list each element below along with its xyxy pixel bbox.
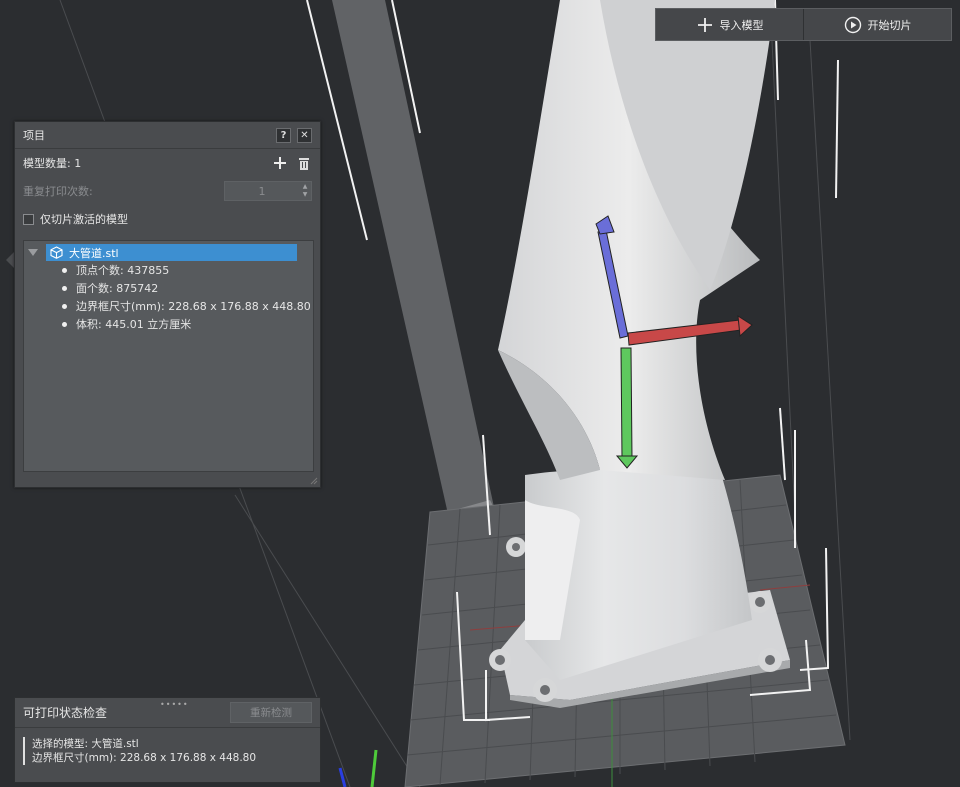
ghost-support-column bbox=[332, 0, 500, 545]
model-info-item: 体积: 445.01 立方厘米 bbox=[62, 315, 191, 333]
slice-active-only-row[interactable]: 仅切片激活的模型 bbox=[15, 205, 320, 233]
3d-model bbox=[489, 0, 790, 708]
bullet-icon bbox=[62, 285, 67, 291]
project-panel-header[interactable]: 项目 ? ✕ bbox=[15, 122, 320, 149]
plus-icon bbox=[696, 16, 714, 34]
bullet-icon bbox=[62, 267, 67, 273]
start-slice-label: 开始切片 bbox=[867, 18, 912, 32]
drag-grip-icon[interactable]: ••••• bbox=[160, 700, 189, 709]
repeat-print-row: 重复打印次数: 1 ▲ ▼ bbox=[15, 177, 320, 205]
face-count-text: 面个数: 875742 bbox=[76, 282, 159, 295]
import-model-label: 导入模型 bbox=[719, 18, 764, 32]
model-file-name: 大管道.stl bbox=[69, 246, 119, 260]
printability-check-panel: ••••• 可打印状态检查 重新检测 选择的模型: 大管道.stl 边界框尺寸(… bbox=[14, 697, 321, 783]
close-button[interactable]: ✕ bbox=[297, 127, 312, 143]
model-info-item: 顶点个数: 437855 bbox=[62, 261, 169, 279]
bbox-size-text: 边界框尺寸(mm): 228.68 x 176.88 x 448.80 bbox=[32, 752, 257, 764]
selected-model-text: 选择的模型: 大管道.stl bbox=[32, 738, 139, 750]
delete-model-button[interactable] bbox=[296, 155, 312, 171]
printability-check-header[interactable]: ••••• 可打印状态检查 重新检测 bbox=[15, 698, 320, 728]
add-model-button[interactable] bbox=[272, 155, 288, 171]
slice-active-only-label: 仅切片激活的模型 bbox=[40, 213, 128, 226]
trash-icon bbox=[299, 157, 309, 170]
printability-check-title: 可打印状态检查 bbox=[23, 706, 108, 720]
repeat-print-label: 重复打印次数: bbox=[23, 185, 93, 198]
bullet-icon bbox=[62, 321, 67, 327]
tree-root-row[interactable]: 大管道.stl bbox=[28, 244, 297, 261]
expand-caret-icon[interactable] bbox=[28, 249, 38, 256]
help-button[interactable]: ? bbox=[276, 127, 291, 143]
project-panel: 项目 ? ✕ 模型数量: 1 重复打印次数: 1 ▲ ▼ 仅切片激活的模型 大管… bbox=[14, 121, 321, 488]
model-count-label: 模型数量: 1 bbox=[23, 157, 82, 170]
model-tree-item-selected[interactable]: 大管道.stl bbox=[46, 244, 297, 261]
stepper-arrows-icon[interactable]: ▲ ▼ bbox=[299, 183, 311, 199]
plus-icon bbox=[274, 157, 286, 169]
vertex-count-text: 顶点个数: 437855 bbox=[76, 264, 170, 277]
repeat-print-value: 1 bbox=[258, 184, 266, 198]
model-count-row: 模型数量: 1 bbox=[15, 149, 320, 177]
project-panel-title: 项目 bbox=[23, 129, 45, 142]
bullet-icon bbox=[62, 303, 67, 309]
cube-icon bbox=[50, 246, 63, 259]
top-toolbar: 导入模型 开始切片 bbox=[655, 8, 952, 41]
start-slice-button[interactable]: 开始切片 bbox=[803, 9, 951, 40]
recheck-button[interactable]: 重新检测 bbox=[230, 702, 312, 723]
model-info-item: 边界框尺寸(mm): 228.68 x 176.88 x 448.80 bbox=[62, 297, 311, 315]
repeat-print-stepper[interactable]: 1 ▲ ▼ bbox=[224, 181, 312, 201]
axis-indicator bbox=[338, 749, 378, 787]
model-info-item: 面个数: 875742 bbox=[62, 279, 158, 297]
panel-pointer bbox=[6, 252, 14, 268]
bbox-size-text: 边界框尺寸(mm): 228.68 x 176.88 x 448.80 bbox=[76, 300, 311, 313]
printability-check-body: 选择的模型: 大管道.stl 边界框尺寸(mm): 228.68 x 176.8… bbox=[23, 737, 312, 765]
play-circle-icon bbox=[844, 16, 862, 34]
volume-text: 体积: 445.01 立方厘米 bbox=[76, 318, 192, 331]
import-model-button[interactable]: 导入模型 bbox=[656, 9, 803, 40]
model-tree[interactable]: 大管道.stl 顶点个数: 437855 面个数: 875742 边界框尺寸(m… bbox=[23, 240, 314, 472]
resize-grip-icon[interactable] bbox=[308, 475, 318, 485]
slice-active-only-checkbox[interactable] bbox=[23, 213, 34, 225]
